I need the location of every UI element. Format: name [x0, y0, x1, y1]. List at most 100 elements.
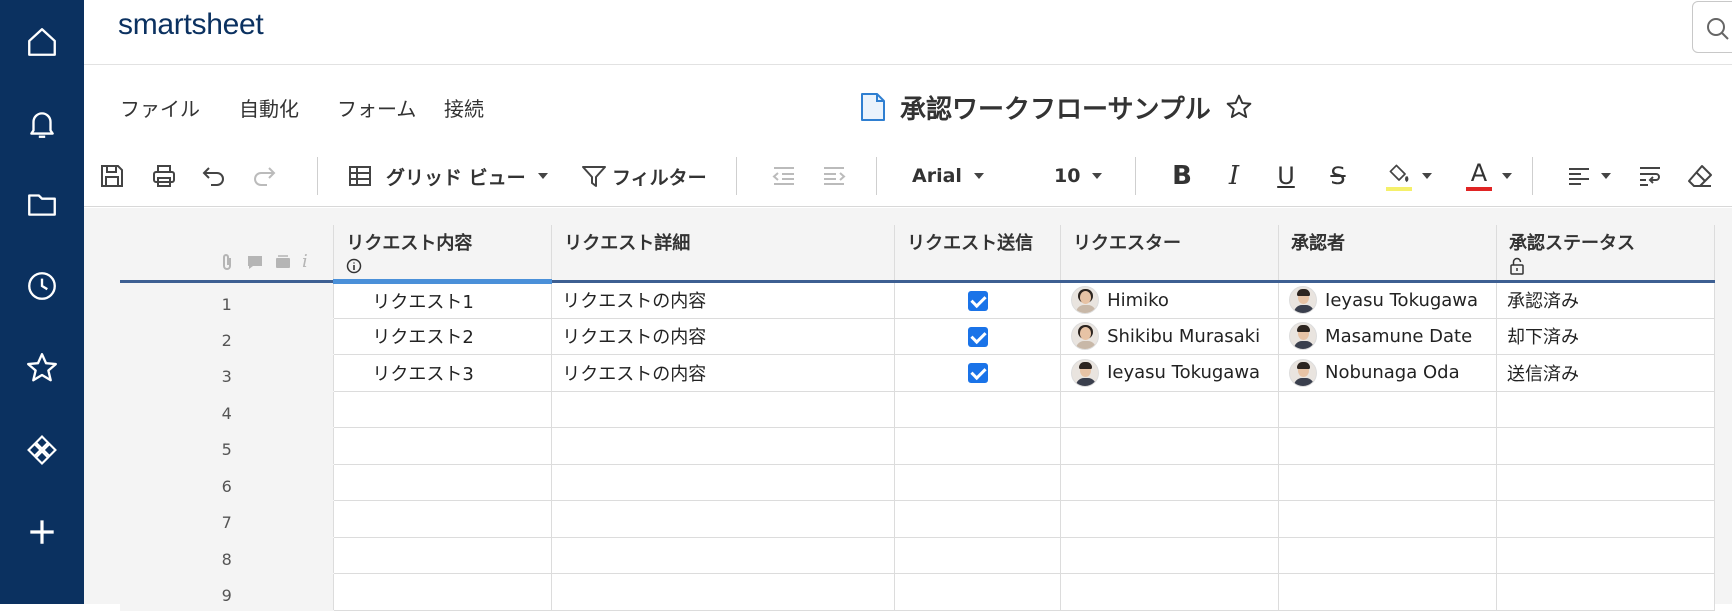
- empty-cell[interactable]: [1279, 574, 1497, 611]
- empty-cell[interactable]: [1061, 537, 1279, 574]
- cell-request-content[interactable]: リクエスト3: [334, 355, 552, 392]
- empty-cell[interactable]: [1497, 537, 1715, 574]
- align-dropdown[interactable]: [1556, 157, 1620, 195]
- row-info-icon[interactable]: i: [302, 253, 308, 271]
- proof-icon[interactable]: [274, 253, 292, 271]
- empty-cell[interactable]: [1061, 464, 1279, 501]
- empty-cell[interactable]: [1279, 537, 1497, 574]
- attachment-icon[interactable]: [218, 253, 236, 271]
- strikethrough-button[interactable]: S: [1318, 157, 1358, 195]
- font-family-dropdown[interactable]: Arial: [912, 157, 984, 195]
- cell-requester[interactable]: Himiko: [1061, 282, 1279, 319]
- checkbox-checked[interactable]: [968, 327, 988, 347]
- smartsheet-logo[interactable]: smartsheet: [118, 8, 263, 42]
- row-number[interactable]: 2: [120, 318, 334, 355]
- filter-button[interactable]: フィルター: [580, 157, 707, 195]
- table-row[interactable]: 9: [120, 574, 1715, 611]
- empty-cell[interactable]: [1279, 428, 1497, 465]
- cell-approval-status[interactable]: 承認済み: [1497, 282, 1715, 319]
- fill-color-button[interactable]: [1374, 157, 1444, 195]
- grid-view-dropdown[interactable]: グリッド ビュー: [346, 157, 548, 195]
- row-number[interactable]: 9: [120, 574, 334, 611]
- home-icon[interactable]: [18, 18, 66, 66]
- empty-cell[interactable]: [1061, 428, 1279, 465]
- table-row[interactable]: 7: [120, 501, 1715, 538]
- empty-cell[interactable]: [1279, 501, 1497, 538]
- favorite-star-icon[interactable]: [1225, 93, 1253, 121]
- solution-center-icon[interactable]: [18, 426, 66, 474]
- empty-cell[interactable]: [552, 428, 895, 465]
- empty-cell[interactable]: [895, 464, 1061, 501]
- empty-cell[interactable]: [1497, 501, 1715, 538]
- column-header-approval-status[interactable]: 承認ステータス: [1497, 225, 1715, 282]
- cell-requester[interactable]: Ieyasu Tokugawa: [1061, 355, 1279, 392]
- empty-cell[interactable]: [895, 537, 1061, 574]
- favorites-star-icon[interactable]: [18, 344, 66, 392]
- empty-cell[interactable]: [1279, 464, 1497, 501]
- empty-cell[interactable]: [1061, 501, 1279, 538]
- empty-cell[interactable]: [1279, 391, 1497, 428]
- cell-request-detail[interactable]: リクエストの内容: [552, 318, 895, 355]
- table-row[interactable]: 3 リクエスト3 リクエストの内容 Ieyasu Tokugawa Nobuna…: [120, 355, 1715, 392]
- table-row[interactable]: 8: [120, 537, 1715, 574]
- empty-cell[interactable]: [1497, 464, 1715, 501]
- menu-file[interactable]: ファイル: [120, 93, 200, 122]
- column-header-approver[interactable]: 承認者: [1279, 225, 1497, 282]
- create-plus-icon[interactable]: [18, 508, 66, 556]
- info-icon[interactable]: [346, 258, 362, 274]
- cell-approver[interactable]: Ieyasu Tokugawa: [1279, 282, 1497, 319]
- font-size-dropdown[interactable]: 10: [1054, 157, 1102, 195]
- print-button[interactable]: [144, 157, 184, 195]
- row-number[interactable]: 6: [120, 464, 334, 501]
- cell-request-sent[interactable]: [895, 318, 1061, 355]
- cell-requester[interactable]: Shikibu Murasaki: [1061, 318, 1279, 355]
- empty-cell[interactable]: [1061, 574, 1279, 611]
- empty-cell[interactable]: [895, 391, 1061, 428]
- clear-format-button[interactable]: [1680, 157, 1720, 195]
- text-color-button[interactable]: A: [1454, 157, 1524, 195]
- row-number[interactable]: 1: [120, 282, 334, 319]
- empty-cell[interactable]: [552, 537, 895, 574]
- empty-cell[interactable]: [1061, 391, 1279, 428]
- row-number[interactable]: 7: [120, 501, 334, 538]
- notification-bell-icon[interactable]: [18, 100, 66, 148]
- empty-cell[interactable]: [334, 537, 552, 574]
- bold-button[interactable]: B: [1162, 157, 1202, 195]
- sheet-title[interactable]: 承認ワークフローサンプル: [900, 89, 1211, 126]
- empty-cell[interactable]: [1497, 574, 1715, 611]
- cell-approver[interactable]: Masamune Date: [1279, 318, 1497, 355]
- cell-request-content[interactable]: リクエスト1: [334, 282, 552, 319]
- empty-cell[interactable]: [895, 501, 1061, 538]
- comment-icon[interactable]: [246, 253, 264, 271]
- column-header-request-sent[interactable]: リクエスト送信: [895, 225, 1061, 282]
- cell-approval-status[interactable]: 送信済み: [1497, 355, 1715, 392]
- cell-approval-status[interactable]: 却下済み: [1497, 318, 1715, 355]
- recents-clock-icon[interactable]: [18, 262, 66, 310]
- empty-cell[interactable]: [334, 464, 552, 501]
- outdent-button[interactable]: [764, 157, 804, 195]
- cell-request-sent[interactable]: [895, 355, 1061, 392]
- table-row[interactable]: 6: [120, 464, 1715, 501]
- table-row[interactable]: 1 リクエスト1 リクエストの内容 Himiko Ieyasu Tokugawa…: [120, 282, 1715, 319]
- row-number[interactable]: 5: [120, 428, 334, 465]
- table-row[interactable]: 5: [120, 428, 1715, 465]
- checkbox-checked[interactable]: [968, 363, 988, 383]
- cell-request-sent[interactable]: [895, 282, 1061, 319]
- search-input[interactable]: [1692, 1, 1732, 53]
- wrap-text-button[interactable]: [1630, 157, 1670, 195]
- empty-cell[interactable]: [334, 391, 552, 428]
- menu-connections[interactable]: 接続: [444, 93, 484, 122]
- row-number[interactable]: 3: [120, 355, 334, 392]
- column-header-requester[interactable]: リクエスター: [1061, 225, 1279, 282]
- italic-button[interactable]: I: [1214, 157, 1254, 195]
- table-row[interactable]: 4: [120, 391, 1715, 428]
- empty-cell[interactable]: [552, 391, 895, 428]
- empty-cell[interactable]: [895, 574, 1061, 611]
- empty-cell[interactable]: [334, 501, 552, 538]
- empty-cell[interactable]: [552, 501, 895, 538]
- empty-cell[interactable]: [334, 574, 552, 611]
- empty-cell[interactable]: [552, 464, 895, 501]
- empty-cell[interactable]: [334, 428, 552, 465]
- column-header-request-detail[interactable]: リクエスト詳細: [552, 225, 895, 282]
- indent-button[interactable]: [814, 157, 854, 195]
